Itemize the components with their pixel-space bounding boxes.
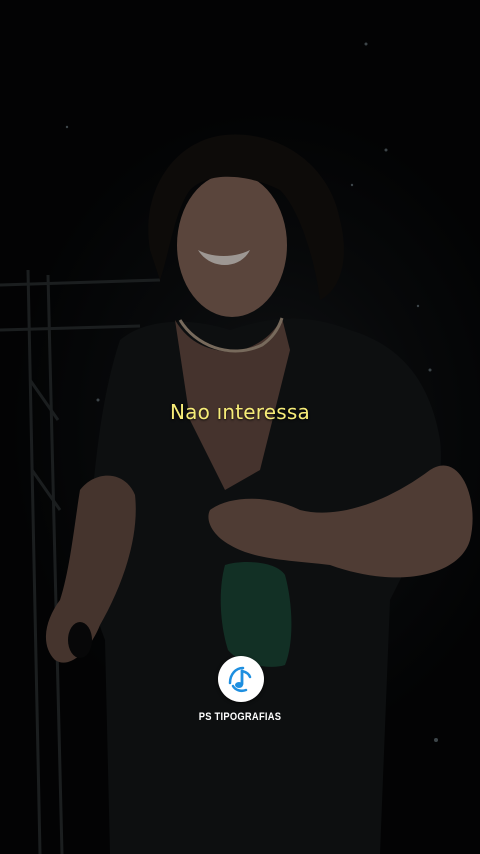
watermark-brand: PS TIPOGRAFIAS [198,711,282,723]
lyric-caption: Nao ınteressa [170,400,310,424]
watermark-logo [218,656,264,702]
video-frame[interactable]: Nao ınteressa PS TIPOGRAFIAS [0,0,480,854]
music-note-icon [228,666,252,693]
concert-photo [0,0,480,854]
